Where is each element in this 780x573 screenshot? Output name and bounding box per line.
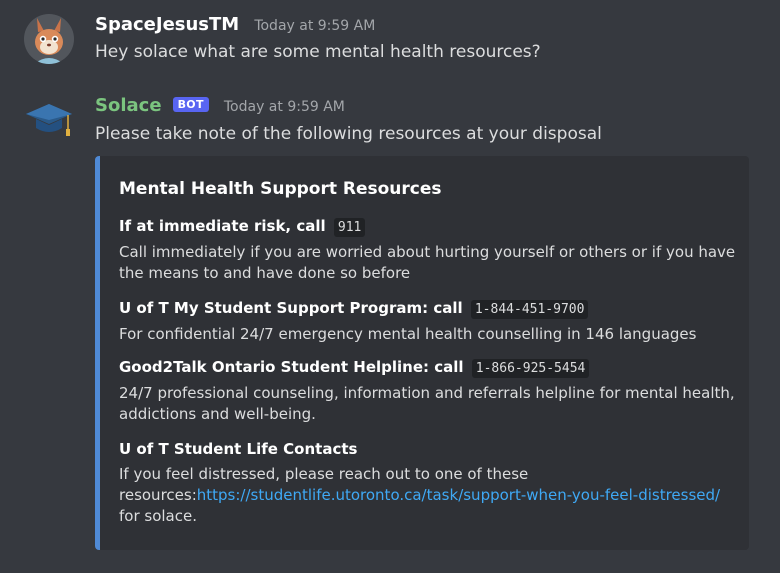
field-value-line: resources:https://studentlife.utoronto.c…: [119, 485, 739, 506]
field-label: U of T Student Life Contacts: [119, 440, 358, 458]
embed-title: Mental Health Support Resources: [119, 179, 442, 199]
bot-username[interactable]: Solace: [95, 95, 162, 116]
field-value-line: For confidential 24/7 emergency mental h…: [119, 325, 697, 343]
message-spacejesus: SpaceJesusTM Today at 9:59 AM Hey solace…: [0, 0, 780, 80]
field-label: U of T My Student Support Program: call: [119, 299, 463, 317]
field-value-mssp: For confidential 24/7 emergency mental h…: [119, 324, 739, 345]
bot-avatar[interactable]: [24, 94, 74, 144]
field-name-good2talk: Good2Talk Ontario Student Helpline: call…: [119, 358, 590, 378]
resources-embed: Mental Health Support Resources If at im…: [95, 156, 749, 550]
graduation-cap-icon: [26, 104, 72, 136]
field-value-student-life: If you feel distressed, please reach out…: [119, 464, 739, 527]
student-life-link[interactable]: https://studentlife.utoronto.ca/task/sup…: [197, 486, 720, 504]
bunny-avatar-icon: [24, 14, 74, 64]
timestamp: Today at 9:59 AM: [254, 18, 376, 34]
field-value-line: the means to and have done so before: [119, 264, 411, 282]
field-value-line: addictions and well-being.: [119, 405, 316, 423]
phone-code: 911: [333, 218, 366, 237]
field-value-immediate-risk: Call immediately if you are worried abou…: [119, 242, 739, 284]
phone-code: 1-866-925-5454: [471, 359, 590, 378]
field-name-mssp: U of T My Student Support Program: call …: [119, 299, 589, 319]
field-value-good2talk: 24/7 professional counseling, informatio…: [119, 383, 739, 425]
phone-code: 1-844-451-9700: [470, 300, 589, 319]
field-value-line: for solace.: [119, 507, 197, 525]
message-text: Please take note of the following resour…: [95, 124, 602, 144]
field-value-line: Call immediately if you are worried abou…: [119, 243, 736, 261]
field-name-student-life: U of T Student Life Contacts: [119, 440, 357, 458]
field-value-prefix: resources:: [119, 486, 197, 504]
message-text: Hey solace what are some mental health r…: [95, 42, 541, 62]
username[interactable]: SpaceJesusTM: [95, 14, 239, 35]
field-label: If at immediate risk, call: [119, 217, 326, 235]
user-avatar[interactable]: [24, 14, 74, 64]
field-name-immediate-risk: If at immediate risk, call 911: [119, 217, 366, 237]
timestamp: Today at 9:59 AM: [223, 99, 345, 115]
bot-badge: BOT: [172, 97, 209, 112]
field-label: Good2Talk Ontario Student Helpline: call: [119, 358, 464, 376]
field-value-line: 24/7 professional counseling, informatio…: [119, 384, 735, 402]
field-value-line: If you feel distressed, please reach out…: [119, 465, 529, 483]
